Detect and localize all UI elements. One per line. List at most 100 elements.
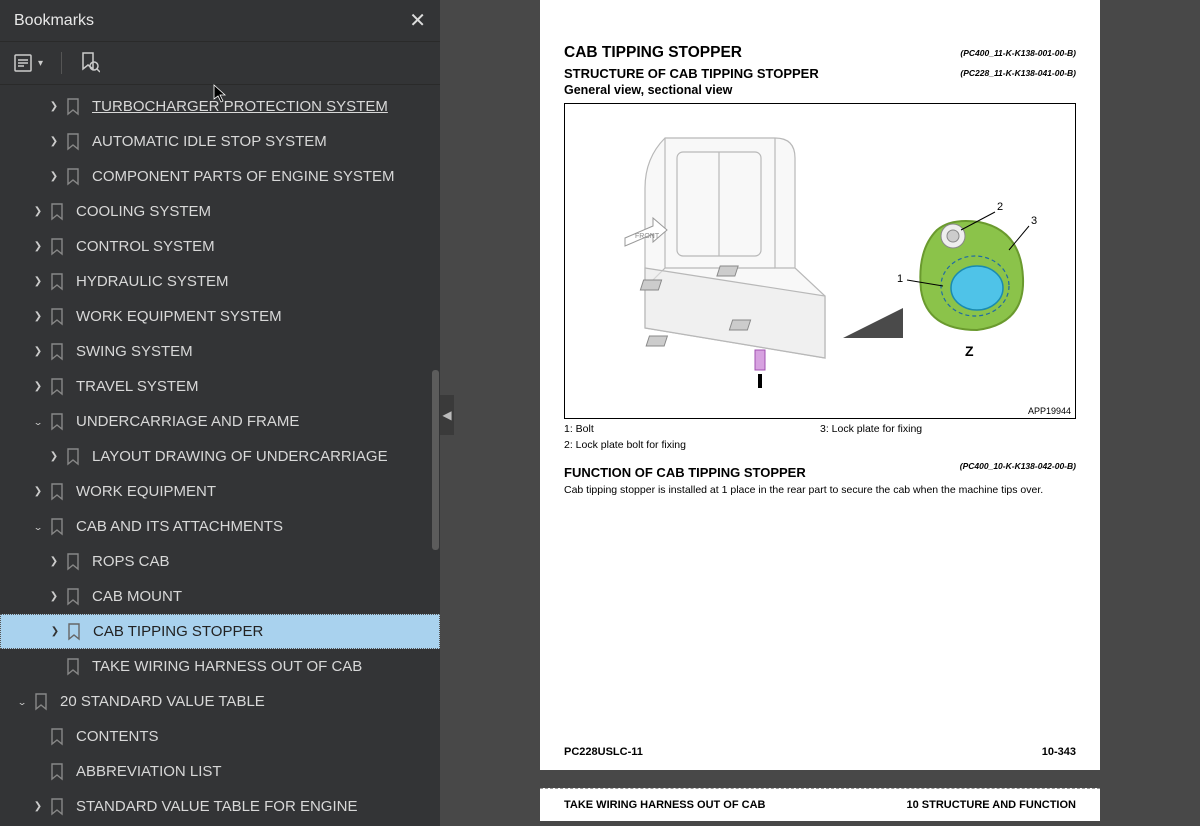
chevron-right-icon[interactable]: ❯ (32, 346, 44, 357)
diagram-code: APP19944 (1028, 406, 1071, 416)
chevron-down-icon[interactable]: ⌄ (32, 522, 44, 532)
bookmark-row[interactable]: TAKE WIRING HARNESS OUT OF CAB (0, 649, 440, 684)
bookmark-row[interactable]: ❯WORK EQUIPMENT SYSTEM (0, 299, 440, 334)
next-page-right: 10 STRUCTURE AND FUNCTION (907, 799, 1077, 811)
options-menu-button[interactable]: ▾ (14, 54, 43, 72)
bookmark-label: LAYOUT DRAWING OF UNDERCARRIAGE (92, 448, 388, 465)
page-footer: PC228USLC-11 10-343 (564, 746, 1076, 758)
bookmarks-toolbar: ▾ (0, 42, 440, 85)
scrollbar-thumb[interactable] (432, 370, 439, 550)
bookmark-row[interactable]: ❯ CAB TIPPING STOPPER (0, 614, 440, 649)
bookmark-row[interactable]: ❯ CAB MOUNT (0, 579, 440, 614)
chevron-right-icon[interactable]: ❯ (32, 241, 44, 252)
bookmark-row[interactable]: ❯ COMPONENT PARTS OF ENGINE SYSTEM (0, 159, 440, 194)
svg-text:1: 1 (897, 273, 903, 285)
diagram-box: FRONT Z (564, 103, 1076, 419)
bookmark-row[interactable]: ❯ WORK EQUIPMENT (0, 474, 440, 509)
doc-ref-2: (PC228_11-K-K138-041-00-B) (960, 68, 1076, 78)
bookmark-label: UNDERCARRIAGE AND FRAME (76, 413, 299, 430)
chevron-right-icon[interactable]: ❯ (48, 136, 60, 147)
bookmark-label: HYDRAULIC SYSTEM (76, 273, 229, 290)
bookmark-icon (50, 518, 66, 536)
bookmark-icon (66, 553, 82, 571)
chevron-right-icon[interactable]: ❯ (48, 171, 60, 182)
bookmark-label: COMPONENT PARTS OF ENGINE SYSTEM (92, 168, 395, 185)
pdf-page: (PC400_11-K-K138-001-00-B) (PC228_11-K-K… (540, 0, 1100, 770)
chevron-right-icon[interactable]: ❯ (49, 626, 61, 637)
bookmark-icon (50, 343, 66, 361)
bookmark-label: CONTENTS (76, 728, 159, 745)
legend-row-1: 1: Bolt 3: Lock plate for fixing (564, 423, 1076, 435)
svg-text:2: 2 (997, 201, 1003, 213)
bookmark-icon (66, 588, 82, 606)
bookmark-icon (34, 693, 50, 711)
bookmark-label: CAB AND ITS ATTACHMENTS (76, 518, 283, 535)
svg-text:3: 3 (1031, 215, 1037, 227)
scrollbar-track[interactable] (432, 175, 439, 826)
function-body: Cab tipping stopper is installed at 1 pl… (564, 484, 1076, 498)
bookmark-row[interactable]: ❯ HYDRAULIC SYSTEM (0, 264, 440, 299)
bookmark-label: STANDARD VALUE TABLE FOR ENGINE (76, 798, 357, 815)
chevron-right-icon[interactable]: ❯ (48, 591, 60, 602)
bookmark-row[interactable]: ❯ LAYOUT DRAWING OF UNDERCARRIAGE (0, 439, 440, 474)
bookmark-label: WORK EQUIPMENT (76, 483, 216, 500)
bookmark-label: CAB MOUNT (92, 588, 182, 605)
bookmark-row[interactable]: ⌄ CAB AND ITS ATTACHMENTS (0, 509, 440, 544)
chevron-right-icon[interactable]: ❯ (32, 486, 44, 497)
bookmark-icon (66, 98, 82, 116)
legend-row-2: 2: Lock plate bolt for fixing (564, 439, 1076, 451)
chevron-right-icon[interactable]: ❯ (48, 451, 60, 462)
footer-model: PC228USLC-11 (564, 746, 643, 758)
bookmark-label: 20 STANDARD VALUE TABLE (60, 693, 265, 710)
chevron-right-icon[interactable]: ❯ (48, 101, 60, 112)
mouse-cursor (213, 84, 229, 109)
bookmark-row[interactable]: ❯ COOLING SYSTEM (0, 194, 440, 229)
bookmark-row[interactable]: ABBREVIATION LIST (0, 754, 440, 789)
bookmark-row[interactable]: CONTENTS (0, 719, 440, 754)
bookmark-row[interactable]: ❯CONTROL SYSTEM (0, 229, 440, 264)
document-viewport[interactable]: (PC400_11-K-K138-001-00-B) (PC228_11-K-K… (440, 0, 1200, 826)
bookmark-icon (50, 763, 66, 781)
bookmark-row[interactable]: ❯AUTOMATIC IDLE STOP SYSTEM (0, 124, 440, 159)
footer-page-number: 10-343 (1042, 746, 1076, 758)
find-bookmark-button[interactable] (80, 52, 100, 74)
bookmark-row[interactable]: ❯ SWING SYSTEM (0, 334, 440, 369)
bookmark-label: CAB TIPPING STOPPER (93, 623, 263, 640)
close-icon[interactable]: ✕ (409, 8, 426, 33)
bookmark-row[interactable]: ❯ ROPS CAB (0, 544, 440, 579)
chevron-right-icon[interactable]: ❯ (32, 206, 44, 217)
svg-text:FRONT: FRONT (635, 233, 660, 240)
bookmark-row[interactable]: ❯ STANDARD VALUE TABLE FOR ENGINE (0, 789, 440, 824)
chevron-right-icon[interactable]: ❯ (32, 801, 44, 812)
heading-3: General view, sectional view (564, 83, 1076, 97)
bookmark-icon (67, 623, 83, 641)
chevron-right-icon[interactable]: ❯ (48, 556, 60, 567)
bookmark-icon (50, 413, 66, 431)
bookmark-label: ABBREVIATION LIST (76, 763, 222, 780)
chevron-down-icon[interactable]: ⌄ (32, 417, 44, 427)
bookmark-row[interactable]: ⌄ 20 STANDARD VALUE TABLE (0, 684, 440, 719)
bookmark-label: COOLING SYSTEM (76, 203, 211, 220)
chevron-right-icon[interactable]: ❯ (32, 276, 44, 287)
chevron-right-icon[interactable]: ❯ (32, 381, 44, 392)
bookmark-row[interactable]: ❯TRAVEL SYSTEM (0, 369, 440, 404)
bookmark-icon (50, 238, 66, 256)
bookmarks-tree[interactable]: ❯TURBOCHARGER PROTECTION SYSTEM❯AUTOMATI… (0, 85, 440, 826)
stopper-detail-illustration: 1 2 3 Z (897, 200, 1047, 360)
bookmark-label: SWING SYSTEM (76, 343, 193, 360)
bookmark-icon (66, 658, 82, 676)
chevron-down-icon: ▾ (38, 58, 43, 69)
doc-ref-3: (PC400_10-K-K138-042-00-B) (960, 461, 1076, 471)
bookmarks-header: Bookmarks ✕ (0, 0, 440, 42)
svg-text:Z: Z (965, 343, 974, 359)
bookmark-icon (50, 798, 66, 816)
bookmark-row[interactable]: ⌄ UNDERCARRIAGE AND FRAME (0, 404, 440, 439)
collapse-sidebar-handle[interactable]: ◀ (440, 395, 454, 435)
bookmark-label: ROPS CAB (92, 553, 170, 570)
legend-2: 2: Lock plate bolt for fixing (564, 439, 1076, 451)
cab-illustration: FRONT Z (605, 128, 845, 388)
bookmark-icon (50, 308, 66, 326)
bookmark-icon (50, 378, 66, 396)
chevron-down-icon[interactable]: ⌄ (16, 697, 28, 707)
chevron-right-icon[interactable]: ❯ (32, 311, 44, 322)
